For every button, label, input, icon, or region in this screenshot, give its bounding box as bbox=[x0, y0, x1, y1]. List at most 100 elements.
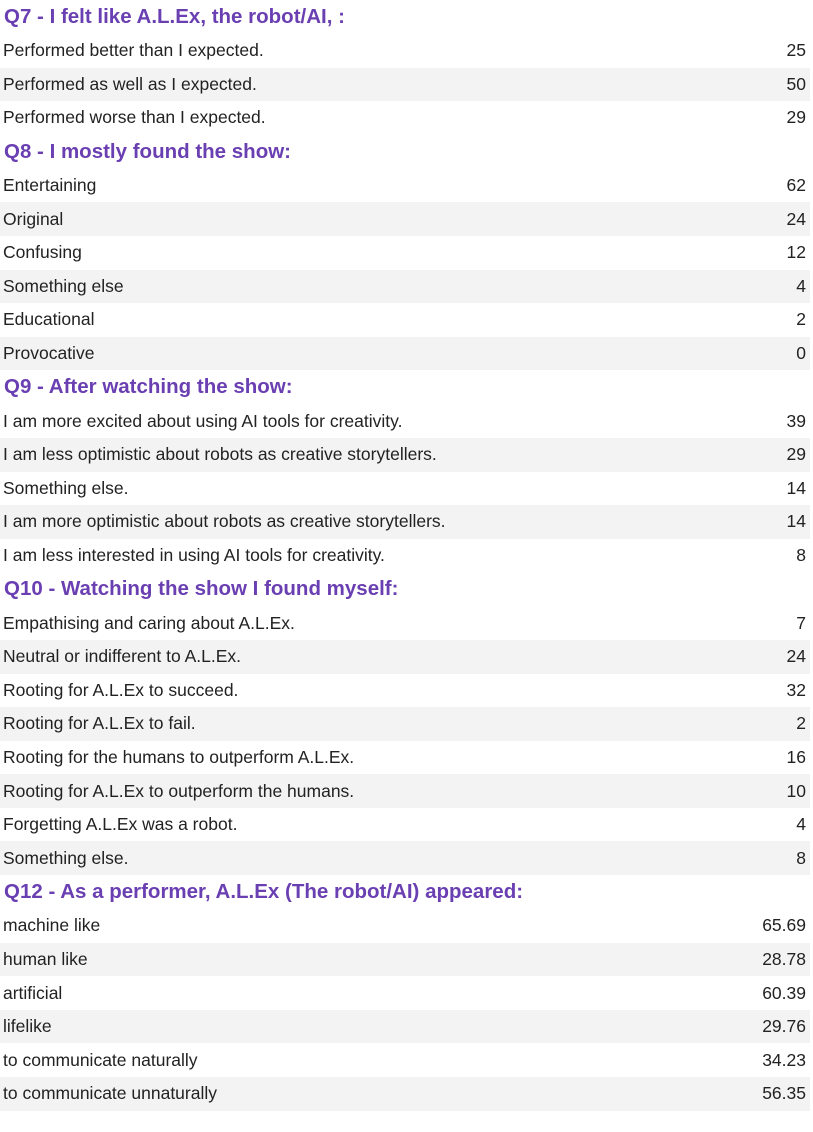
answer-row: lifelike 29.76 bbox=[0, 1009, 810, 1044]
answer-row: I am more optimistic about robots as cre… bbox=[0, 505, 810, 539]
answer-label: Confusing bbox=[3, 242, 82, 263]
answer-count: 29 bbox=[786, 107, 806, 128]
answer-count: 32 bbox=[786, 679, 806, 700]
answer-count: 4 bbox=[796, 814, 806, 835]
answer-count: 2 bbox=[796, 713, 806, 734]
answer-label: lifelike bbox=[3, 1016, 52, 1037]
answer-label: Something else bbox=[3, 275, 124, 296]
answer-label: machine like bbox=[3, 915, 101, 936]
answer-count: 39 bbox=[786, 410, 806, 431]
section-q9: Q9 - After watching the show: I am more … bbox=[0, 370, 813, 573]
section-q8: Q8 - I mostly found the show: Entertaini… bbox=[0, 135, 813, 371]
section-title: Q8 - I mostly found the show: bbox=[4, 139, 291, 163]
answer-count: 62 bbox=[786, 175, 806, 196]
answer-score: 28.78 bbox=[762, 948, 806, 969]
answer-row: I am more excited about using AI tools f… bbox=[0, 404, 810, 438]
answer-list: Performed better than I expected. 25 Perf… bbox=[0, 34, 813, 135]
answer-row: I am less interested in using AI tools f… bbox=[0, 538, 810, 573]
answer-count: 25 bbox=[786, 40, 806, 61]
answer-count: 7 bbox=[796, 612, 806, 633]
answer-label: artificial bbox=[3, 982, 63, 1003]
section-q12: Q12 - As a performer, A.L.Ex (The robot/… bbox=[0, 875, 813, 1111]
answer-label: Something else. bbox=[3, 847, 129, 868]
answer-label: I am less interested in using AI tools f… bbox=[3, 545, 385, 566]
answer-score: 56.35 bbox=[762, 1083, 806, 1104]
survey-results-page: Q7 - I felt like A.L.Ex, the robot/AI, :… bbox=[0, 0, 813, 1132]
answer-label: to communicate naturally bbox=[3, 1049, 198, 1070]
answer-row: Rooting for A.L.Ex to outperform the hum… bbox=[0, 774, 810, 808]
answer-list: Empathising and caring about A.L.Ex. 7 Ne… bbox=[0, 606, 813, 876]
answer-label: Original bbox=[3, 208, 64, 229]
answer-count: 50 bbox=[786, 73, 806, 94]
answer-row: Performed as well as I expected. 50 bbox=[0, 67, 810, 102]
answer-label: Entertaining bbox=[3, 175, 97, 196]
answer-label: Neutral or indifferent to A.L.Ex. bbox=[3, 646, 242, 667]
answer-row: Empathising and caring about A.L.Ex. 7 bbox=[0, 606, 810, 640]
answer-label: Provocative bbox=[3, 343, 95, 364]
section-q10: Q10 - Watching the show I found myself: … bbox=[0, 572, 813, 876]
answer-row: Something else 4 bbox=[0, 269, 810, 304]
answer-label: I am more excited about using AI tools f… bbox=[3, 410, 403, 431]
answer-count: 16 bbox=[786, 746, 806, 767]
answer-label: Rooting for A.L.Ex to outperform the hum… bbox=[3, 780, 355, 801]
answer-row: Original 24 bbox=[0, 202, 810, 236]
answer-label: Something else. bbox=[3, 477, 129, 498]
answer-score: 60.39 bbox=[762, 982, 806, 1003]
answer-label: Performed worse than I expected. bbox=[3, 107, 266, 128]
answer-label: Performed better than I expected. bbox=[3, 40, 264, 61]
answer-row: Confusing 12 bbox=[0, 235, 810, 270]
answer-count: 0 bbox=[796, 343, 806, 364]
answer-row: Rooting for A.L.Ex to succeed. 32 bbox=[0, 673, 810, 708]
answer-count: 14 bbox=[786, 477, 806, 498]
answer-row: machine like 65.69 bbox=[0, 909, 810, 943]
answer-row: to communicate naturally 34.23 bbox=[0, 1043, 810, 1078]
answer-label: Rooting for the humans to outperform A.L… bbox=[3, 746, 355, 767]
section-title: Q12 - As a performer, A.L.Ex (The robot/… bbox=[4, 880, 524, 904]
answer-row: Performed worse than I expected. 29 bbox=[0, 101, 810, 135]
answer-count: 14 bbox=[786, 511, 806, 532]
answer-score: 34.23 bbox=[762, 1049, 806, 1070]
answer-row: Forgetting A.L.Ex was a robot. 4 bbox=[0, 807, 810, 842]
answer-label: Rooting for A.L.Ex to fail. bbox=[3, 713, 196, 734]
answer-label: human like bbox=[3, 948, 88, 969]
answer-count: 24 bbox=[786, 208, 806, 229]
answer-count: 2 bbox=[796, 309, 806, 330]
answer-count: 8 bbox=[796, 847, 806, 868]
answer-list: machine like 65.69 human like 28.78 artifi… bbox=[0, 909, 813, 1111]
answer-label: I am more optimistic about robots as cre… bbox=[3, 511, 446, 532]
section-title: Q7 - I felt like A.L.Ex, the robot/AI, : bbox=[4, 5, 345, 28]
section-title: Q10 - Watching the show I found myself: bbox=[4, 577, 399, 601]
answer-row: human like 28.78 bbox=[0, 942, 810, 977]
answer-row: artificial 60.39 bbox=[0, 976, 810, 1010]
answer-row: Neutral or indifferent to A.L.Ex. 24 bbox=[0, 639, 810, 674]
answer-count: 4 bbox=[796, 275, 806, 296]
answer-row: Rooting for the humans to outperform A.L… bbox=[0, 740, 810, 775]
answer-label: Educational bbox=[3, 309, 95, 330]
answer-score: 29.76 bbox=[762, 1016, 806, 1037]
answer-count: 29 bbox=[786, 444, 806, 465]
answer-row: to communicate unnaturally 56.35 bbox=[0, 1077, 810, 1111]
section-title: Q9 - After watching the show: bbox=[4, 375, 293, 399]
answer-list: Entertaining 62 Original 24 Confusing 12 So… bbox=[0, 168, 813, 371]
answer-list: I am more excited about using AI tools f… bbox=[0, 404, 813, 573]
answer-count: 10 bbox=[786, 780, 806, 801]
answer-row: Something else. 14 bbox=[0, 471, 810, 506]
answer-label: Performed as well as I expected. bbox=[3, 73, 257, 94]
answer-label: to communicate unnaturally bbox=[3, 1083, 217, 1104]
answer-score: 65.69 bbox=[762, 915, 806, 936]
answer-count: 12 bbox=[786, 242, 806, 263]
answer-row: Rooting for A.L.Ex to fail. 2 bbox=[0, 707, 810, 741]
answer-count: 24 bbox=[786, 646, 806, 667]
section-q7: Q7 - I felt like A.L.Ex, the robot/AI, :… bbox=[0, 0, 813, 135]
answer-label: Forgetting A.L.Ex was a robot. bbox=[3, 814, 238, 835]
answer-count: 8 bbox=[796, 545, 806, 566]
answer-row: Provocative 0 bbox=[0, 336, 810, 371]
answer-row: Entertaining 62 bbox=[0, 168, 810, 203]
answer-row: Something else. 8 bbox=[0, 841, 810, 876]
answer-row: Performed better than I expected. 25 bbox=[0, 34, 810, 68]
answer-row: Educational 2 bbox=[0, 303, 810, 337]
answer-row: I am less optimistic about robots as cre… bbox=[0, 437, 810, 472]
answer-label: I am less optimistic about robots as cre… bbox=[3, 444, 437, 465]
answer-label: Rooting for A.L.Ex to succeed. bbox=[3, 679, 239, 700]
answer-label: Empathising and caring about A.L.Ex. bbox=[3, 612, 295, 633]
